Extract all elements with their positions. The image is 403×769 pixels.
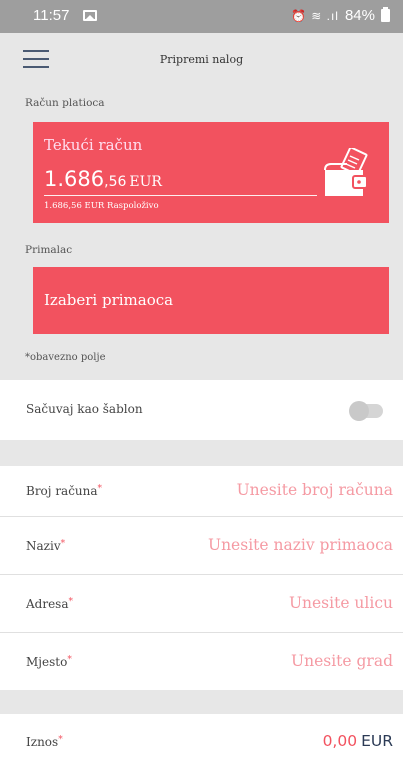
alarm-wifi-signal-icon: ⏰ ≋ .ıl — [290, 8, 339, 23]
recipient-section-label: Primalac — [25, 244, 73, 256]
payer-section-label: Račun platioca — [25, 97, 105, 109]
recipient-name-row[interactable]: Naziv* Unesite naziv primaoca — [0, 517, 403, 574]
image-notification-icon — [83, 10, 97, 21]
choose-recipient-button[interactable]: Izaberi primaoca — [33, 267, 389, 334]
choose-recipient-label: Izaberi primaoca — [44, 291, 174, 309]
account-number-input[interactable]: Unesite broj računa — [237, 481, 393, 499]
city-input[interactable]: Unesite grad — [291, 652, 393, 670]
address-row[interactable]: Adresa* Unesite ulicu — [0, 575, 403, 632]
amount-row[interactable]: Iznos* 0,00 EUR — [0, 714, 403, 769]
amount-input[interactable]: 0,00 EUR — [323, 732, 393, 750]
city-label: Mjesto* — [26, 655, 72, 669]
account-balance: 1.686,56 EUR — [44, 167, 162, 191]
battery-percent: 84% — [344, 7, 375, 24]
address-input[interactable]: Unesite ulicu — [289, 594, 393, 612]
address-label: Adresa* — [26, 597, 73, 611]
account-number-label: Broj računa* — [26, 484, 103, 498]
app-header: Pripremi nalog — [0, 33, 403, 85]
save-template-label: Sačuvaj kao šablon — [26, 402, 143, 416]
recipient-name-input[interactable]: Unesite naziv primaoca — [208, 536, 393, 554]
balance-divider — [44, 195, 317, 196]
account-type: Tekući račun — [44, 136, 143, 154]
battery-icon — [381, 7, 390, 22]
status-right: ⏰ ≋ .ıl 84% — [291, 7, 390, 24]
page-title: Pripremi nalog — [159, 53, 244, 66]
city-row[interactable]: Mjesto* Unesite grad — [0, 633, 403, 690]
account-number-row[interactable]: Broj računa* Unesite broj računa — [0, 466, 403, 516]
wallet-icon — [324, 148, 368, 196]
status-time: 11:57 — [33, 7, 70, 24]
available-balance: 1.686,56 EUR Raspoloživo — [44, 201, 159, 211]
balance-integer: 1.686 — [44, 167, 105, 191]
amount-value: 0,00 — [322, 732, 358, 750]
amount-label: Iznos* — [26, 735, 63, 749]
amount-currency: EUR — [361, 732, 393, 750]
status-bar: 11:57 ⏰ ≋ .ıl 84% — [0, 0, 403, 33]
save-template-row: Sačuvaj kao šablon — [0, 380, 403, 440]
recipient-name-label: Naziv* — [26, 539, 66, 553]
balance-currency: EUR — [129, 174, 162, 190]
required-field-note: *obavezno polje — [25, 352, 106, 363]
toggle-knob — [349, 401, 369, 421]
payer-account-card[interactable]: Tekući račun 1.686,56 EUR 1.686,56 EUR Ra… — [33, 122, 389, 223]
save-template-toggle[interactable] — [349, 401, 383, 421]
balance-decimal: ,56 — [104, 174, 127, 190]
